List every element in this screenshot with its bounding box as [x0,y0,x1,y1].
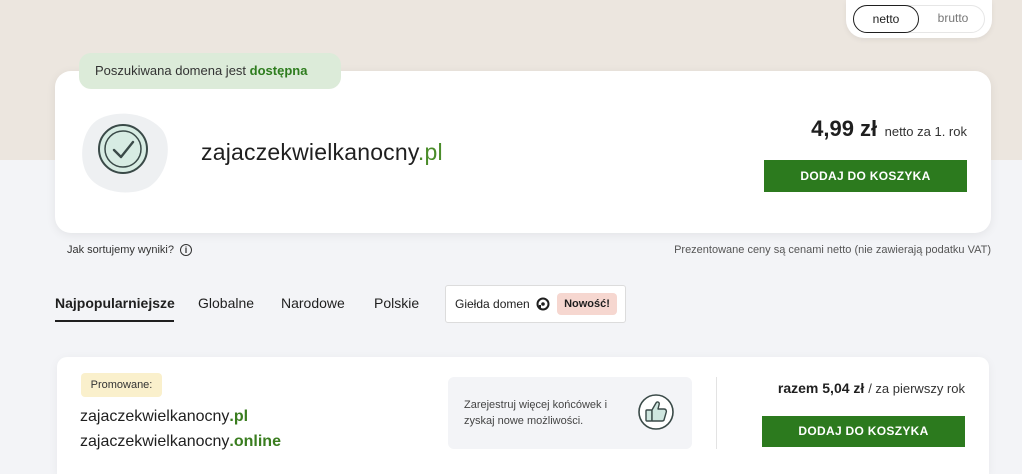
exchange-icon [536,297,550,311]
domain-base: zajaczekwielkanocny [201,139,418,165]
tab-polskie[interactable]: Polskie [374,295,419,311]
toggle-netto[interactable]: netto [853,5,919,33]
promoted-domain-2: zajaczekwielkanocny.online [80,433,281,451]
info-icon[interactable]: i [179,244,192,256]
available-check-icon [82,113,168,193]
sort-question: Jak sortujemy wyniki? [67,244,174,256]
tab-gielda-domen[interactable]: Giełda domen Nowość! [445,285,626,323]
tab-globalne[interactable]: Globalne [198,295,254,311]
promo-info-box: Zarejestruj więcej końcówek i zyskaj now… [448,377,692,449]
availability-badge: Poszukiwana domena jest dostępna [79,53,341,89]
promo-total-value: razem 5,04 zł [777,380,865,396]
promoted-domain-tld: .online [229,433,281,450]
domain-tld: .pl [417,139,443,165]
promo-info-text: Zarejestruj więcej końcówek i zyskaj now… [464,399,608,427]
vertical-divider [716,377,717,449]
price-type-toggle-container: netto brutto [846,0,992,38]
promoted-domain-1: zajaczekwielkanocny.pl [80,408,248,426]
domain-price: 4,99 zł netto za 1. rok [811,116,967,142]
promo-add-to-cart-button[interactable]: DODAJ DO KOSZYKA [762,416,965,447]
promoted-card: Promowane: zajaczekwielkanocny.pl zajacz… [57,357,989,474]
found-domain-name: zajaczekwielkanocny.pl [201,139,443,166]
promo-total-price: razem 5,04 zł / za pierwszy rok [778,380,965,396]
availability-status: dostępna [249,63,308,78]
price-value: 4,99 zł [811,116,878,141]
tab-narodowe[interactable]: Narodowe [281,295,345,311]
promoted-domain-base: zajaczekwielkanocny [80,433,230,450]
price-note: netto za 1. rok [884,124,967,139]
promoted-domain-base: zajaczekwielkanocny [80,408,230,425]
tab-najpopularniejsze[interactable]: Najpopularniejsze [55,295,175,311]
thumbs-up-icon [638,394,674,430]
promo-total-note: / za pierwszy rok [868,381,965,396]
add-to-cart-button[interactable]: DODAJ DO KOSZYKA [764,160,967,192]
active-tab-underline [55,320,174,322]
promoted-domain-tld: .pl [229,408,249,425]
availability-prefix: Poszukiwana domena jest [95,63,247,78]
new-badge: Nowość! [557,293,617,315]
toggle-brutto[interactable]: brutto [920,5,986,33]
vat-note: Prezentowane ceny są cenami netto (nie z… [674,244,991,256]
sort-info-link[interactable]: Jak sortujemy wyniki? i [67,244,192,256]
tab-gielda-label: Giełda domen [455,297,530,311]
domain-result-card: zajaczekwielkanocny.pl 4,99 zł netto za … [55,71,991,233]
promoted-badge: Promowane: [81,373,162,397]
price-type-toggle[interactable]: netto brutto [853,5,985,33]
